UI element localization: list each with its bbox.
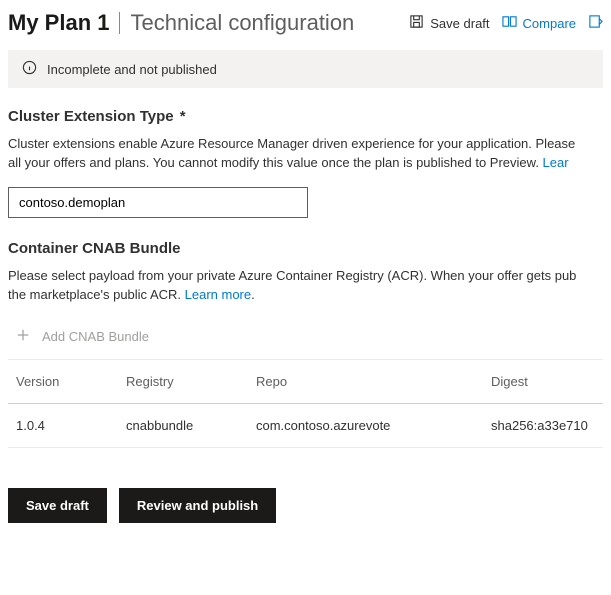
cnab-title: Container CNAB Bundle xyxy=(8,240,603,257)
cell-repo: com.contoso.azurevote xyxy=(248,404,483,448)
cell-version: 1.0.4 xyxy=(8,404,118,448)
save-draft-command[interactable]: Save draft xyxy=(409,14,489,32)
cluster-ext-learn-more-link[interactable]: Lear xyxy=(543,155,569,170)
compare-command-label: Compare xyxy=(523,16,576,31)
col-version: Version xyxy=(8,360,118,404)
compare-command[interactable]: Compare xyxy=(502,14,576,32)
cnab-learn-more-link[interactable]: Learn more xyxy=(185,287,251,302)
cluster-extension-title-text: Cluster Extension Type xyxy=(8,108,174,125)
col-registry: Registry xyxy=(118,360,248,404)
col-repo: Repo xyxy=(248,360,483,404)
cell-digest: sha256:a33e710 xyxy=(483,404,603,448)
cnab-desc-line1: Please select payload from your private … xyxy=(8,268,576,283)
cell-registry: cnabbundle xyxy=(118,404,248,448)
compare-icon xyxy=(502,14,517,32)
add-cnab-bundle-button[interactable]: Add CNAB Bundle xyxy=(8,318,603,360)
footer-actions: Save draft Review and publish xyxy=(0,448,611,543)
page-header: My Plan 1 Technical configuration Save d… xyxy=(0,0,611,44)
add-cnab-label: Add CNAB Bundle xyxy=(42,329,149,344)
status-banner: Incomplete and not published xyxy=(8,50,603,88)
page-subtitle: Technical configuration xyxy=(130,10,401,36)
save-icon xyxy=(409,14,424,32)
cnab-desc: Please select payload from your private … xyxy=(8,267,603,305)
plan-name: My Plan 1 xyxy=(8,10,109,36)
cluster-ext-desc-line1: Cluster extensions enable Azure Resource… xyxy=(8,136,575,151)
info-icon xyxy=(22,60,37,78)
plus-icon xyxy=(16,328,30,345)
review-publish-button[interactable]: Review and publish xyxy=(119,488,276,523)
table-row[interactable]: 1.0.4 cnabbundle com.contoso.azurevote s… xyxy=(8,404,603,448)
cluster-extension-desc: Cluster extensions enable Azure Resource… xyxy=(8,135,603,173)
cnab-desc-line2: the marketplace's public ACR. xyxy=(8,287,185,302)
cluster-extension-section: Cluster Extension Type * Cluster extensi… xyxy=(0,108,611,218)
cluster-extension-type-input[interactable] xyxy=(8,187,308,218)
cnab-learn-more-suffix: . xyxy=(251,287,255,302)
command-bar: Save draft Compare xyxy=(409,14,603,32)
status-text: Incomplete and not published xyxy=(47,62,217,77)
cnab-bundle-table: Version Registry Repo Digest 1.0.4 cnabb… xyxy=(8,360,603,448)
cluster-extension-title: Cluster Extension Type * xyxy=(8,108,603,125)
required-marker: * xyxy=(180,108,186,125)
save-draft-button[interactable]: Save draft xyxy=(8,488,107,523)
col-digest: Digest xyxy=(483,360,603,404)
save-draft-command-label: Save draft xyxy=(430,16,489,31)
overflow-command[interactable] xyxy=(588,14,603,32)
table-header-row: Version Registry Repo Digest xyxy=(8,360,603,404)
header-divider xyxy=(119,12,120,34)
cluster-ext-desc-line2: all your offers and plans. You cannot mo… xyxy=(8,155,543,170)
play-icon xyxy=(588,14,603,32)
cnab-section: Container CNAB Bundle Please select payl… xyxy=(0,240,611,305)
